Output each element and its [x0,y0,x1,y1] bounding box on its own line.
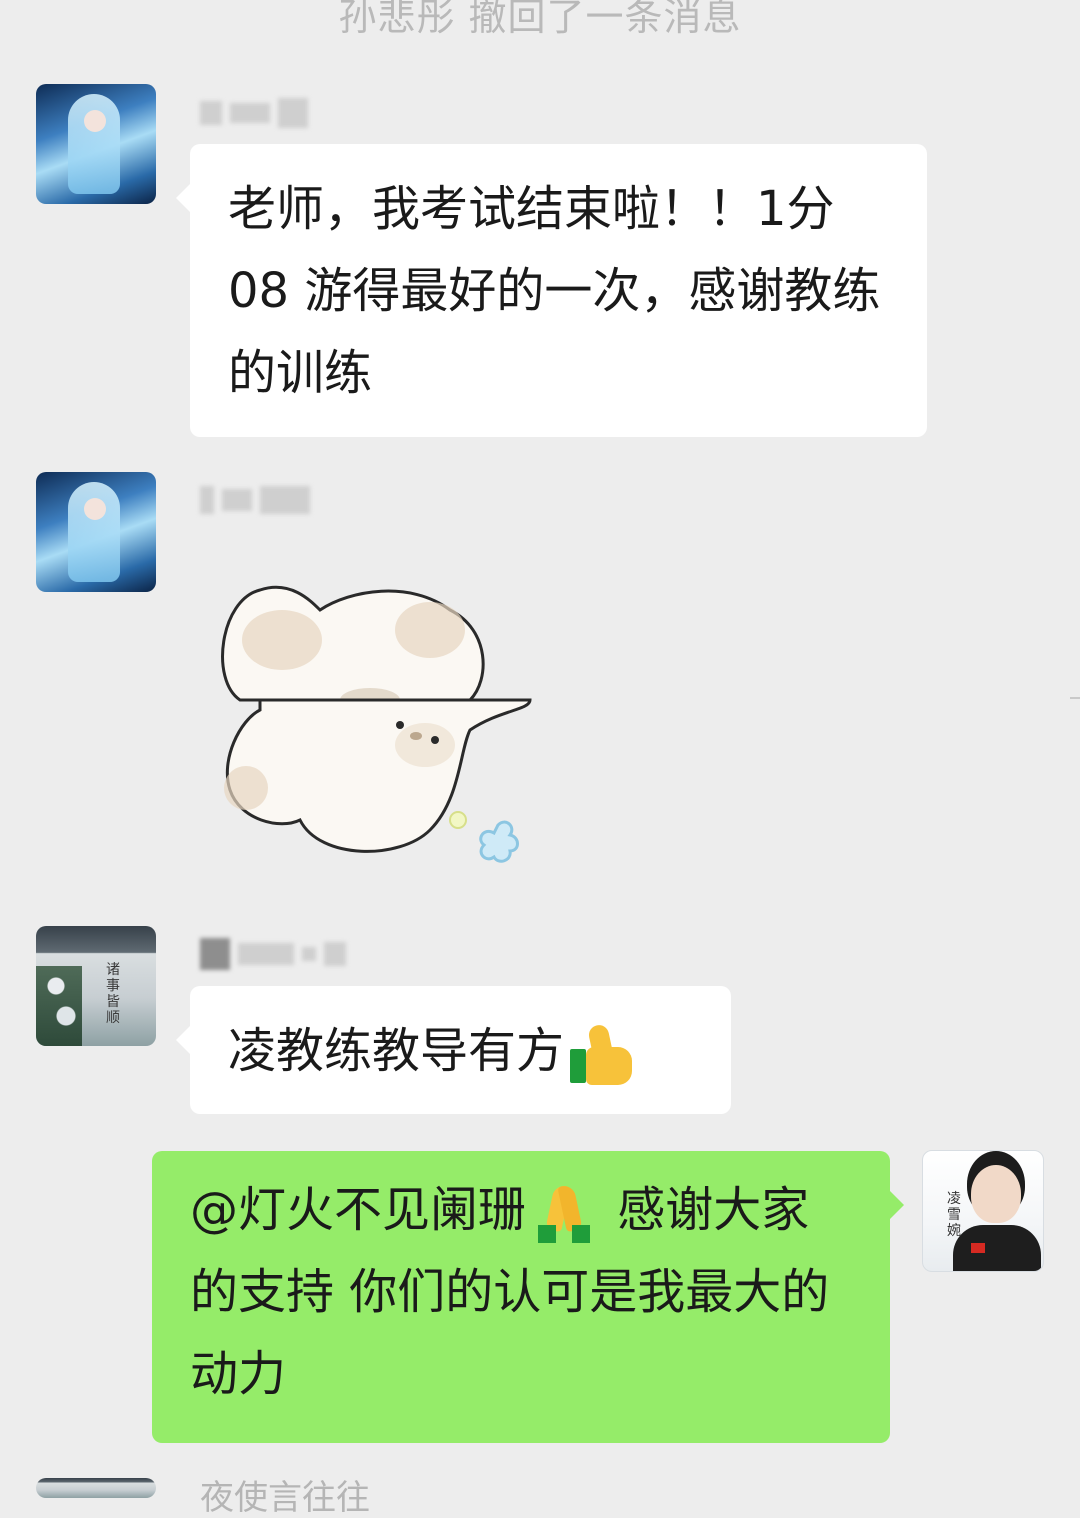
mention-text[interactable]: @灯火不见阑珊 [190,1182,526,1238]
sender-avatar[interactable] [36,1478,156,1498]
message-bubble[interactable]: 老师，我考试结束啦！！1分08 游得最好的一次，感谢教练的训练 [176,144,927,437]
sender-name-blurred [200,938,354,970]
message-bubble[interactable]: 凌教练教导有方 [176,986,731,1114]
sender-name-blurred [200,98,316,128]
coach-avatar[interactable]: 凌雪婉 [922,1150,1044,1272]
sender-avatar[interactable] [36,84,156,204]
thumbs-up-icon [570,1023,634,1085]
scroll-indicator [1070,697,1080,699]
sender-avatar[interactable] [36,926,156,1046]
avatar-name-text: 凌雪婉 [947,1191,961,1239]
sender-name-blurred [200,486,318,516]
pray-icon [532,1183,596,1243]
message-text: 凌教练教导有方 [228,1023,565,1079]
sender-avatar[interactable] [36,472,156,592]
white-cat-sticker[interactable] [200,560,560,890]
outgoing-message-bubble[interactable]: @灯火不见阑珊 感谢大家的支持 你们的认可是我最大的动力 [152,1151,904,1443]
recall-notice: 孙悲彤 撤回了一条消息 [338,0,742,39]
sender-name: 夜使言往往 [200,1478,370,1518]
message-text: 老师，我考试结束啦！！1分08 游得最好的一次，感谢教练的训练 [228,181,881,401]
